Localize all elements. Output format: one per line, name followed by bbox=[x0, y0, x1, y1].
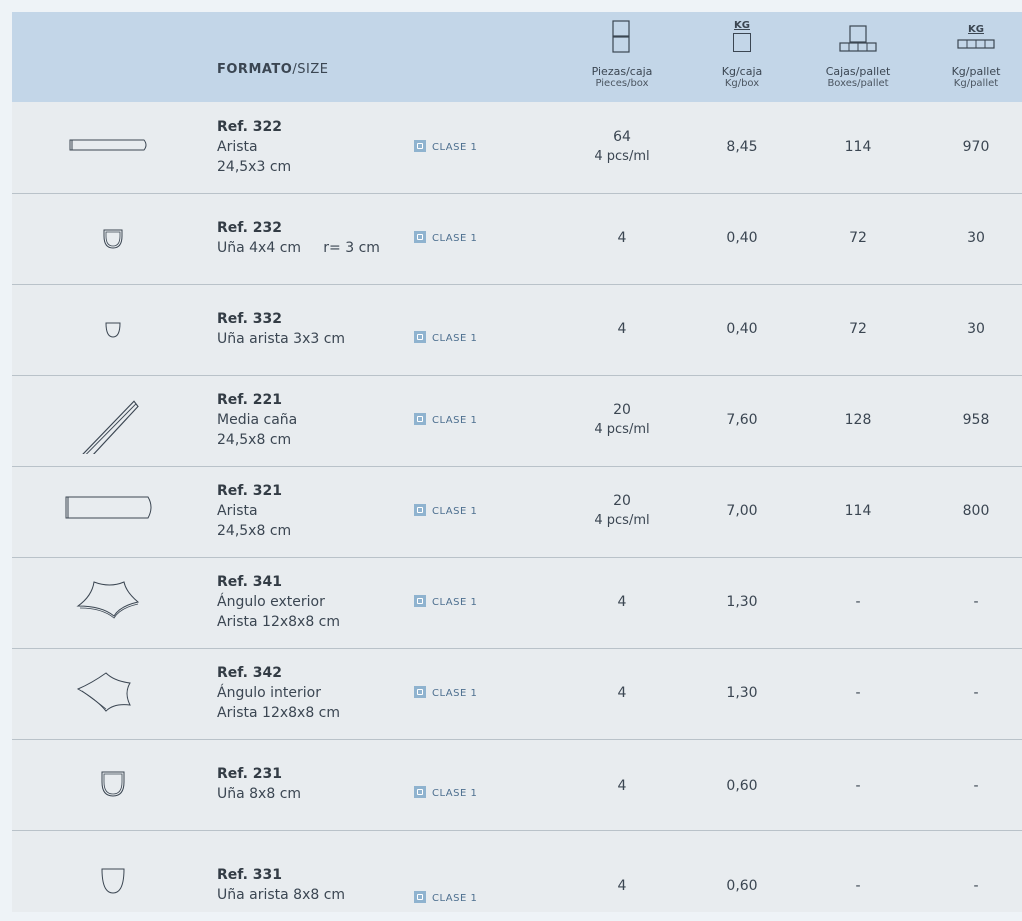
product-table: FORMATO/SIZE Piezas/caja Pieces/box KG Kg… bbox=[12, 12, 1022, 912]
kg-per-box: 1,30 bbox=[726, 594, 758, 610]
kg-box-icon: KG bbox=[732, 20, 752, 54]
product-description: Ref. 221 Media caña 24,5x8 cm bbox=[217, 392, 298, 448]
clase-badge: CLASE 1 bbox=[414, 231, 477, 244]
angulo-interior-icon bbox=[76, 672, 131, 712]
clase-icon bbox=[414, 331, 426, 343]
product-description: Ref. 331 Uña arista 8x8 cm bbox=[217, 867, 346, 903]
una-arista-small-icon bbox=[105, 322, 121, 338]
product-description: Ref. 321 Arista 24,5x8 cm bbox=[217, 483, 292, 539]
pieces-per-box: 4 bbox=[617, 230, 627, 246]
clase-badge: CLASE 1 bbox=[414, 504, 477, 517]
kg-per-pallet: 800 bbox=[962, 503, 990, 519]
arista-thin-icon bbox=[69, 139, 147, 151]
boxes-per-pallet: - bbox=[855, 878, 861, 894]
boxes-per-pallet: 128 bbox=[844, 412, 872, 428]
kg-per-box-header: Kg/caja Kg/box bbox=[721, 65, 763, 90]
pieces-per-box: 20 4 pcs/ml bbox=[594, 402, 650, 437]
kg-per-pallet: 30 bbox=[967, 321, 985, 337]
boxes-per-pallet: 72 bbox=[849, 230, 867, 246]
boxes-per-pallet: - bbox=[855, 778, 861, 794]
table-row: Ref. 231 Uña 8x8 cm CLASE 1 4 0,60 - - bbox=[12, 740, 1022, 831]
kg-per-box: 0,40 bbox=[726, 230, 758, 246]
kg-per-pallet-header: Kg/pallet Kg/pallet bbox=[951, 65, 1001, 90]
clase-icon bbox=[414, 686, 426, 698]
table-header: FORMATO/SIZE Piezas/caja Pieces/box KG Kg… bbox=[12, 12, 1022, 102]
product-description: Ref. 231 Uña 8x8 cm bbox=[217, 766, 302, 802]
una-large-icon bbox=[101, 771, 125, 797]
pallet-icon bbox=[839, 25, 877, 52]
clase-badge: CLASE 1 bbox=[414, 891, 477, 904]
product-description: Ref. 232 Uña 4x4 cm r= 3 cm bbox=[217, 220, 380, 256]
boxes-per-pallet: 72 bbox=[849, 321, 867, 337]
table-row: Ref. 341 Ángulo exterior Arista 12x8x8 cm … bbox=[12, 558, 1022, 649]
clase-badge: CLASE 1 bbox=[414, 595, 477, 608]
angulo-exterior-icon bbox=[76, 581, 140, 619]
arista-wide-icon bbox=[65, 496, 152, 519]
table-row: Ref. 232 Uña 4x4 cm r= 3 cm CLASE 1 4 0,4… bbox=[12, 194, 1022, 285]
kg-per-pallet: - bbox=[973, 594, 979, 610]
clase-badge: CLASE 1 bbox=[414, 786, 477, 799]
table-row: Ref. 342 Ángulo interior Arista 12x8x8 cm … bbox=[12, 649, 1022, 740]
table-row: Ref. 331 Uña arista 8x8 cm CLASE 1 4 0,60… bbox=[12, 831, 1022, 921]
pieces-per-box: 4 bbox=[617, 878, 627, 894]
clase-icon bbox=[414, 140, 426, 152]
box-icon bbox=[612, 20, 630, 53]
kg-per-box: 7,00 bbox=[726, 503, 758, 519]
size-column-header: FORMATO/SIZE bbox=[217, 62, 329, 77]
clase-badge: CLASE 1 bbox=[414, 331, 477, 344]
clase-icon bbox=[414, 786, 426, 798]
boxes-per-pallet: 114 bbox=[844, 139, 872, 155]
kg-per-pallet: - bbox=[973, 778, 979, 794]
pieces-per-box: 4 bbox=[617, 594, 627, 610]
boxes-per-pallet: - bbox=[855, 594, 861, 610]
kg-per-box: 7,60 bbox=[726, 412, 758, 428]
una-arista-large-icon bbox=[101, 868, 125, 894]
kg-per-pallet: 958 bbox=[962, 412, 990, 428]
media-cana-icon bbox=[82, 400, 139, 454]
table-row: Ref. 221 Media caña 24,5x8 cm CLASE 1 20 4 … bbox=[12, 376, 1022, 467]
kg-per-pallet: 970 bbox=[962, 139, 990, 155]
clase-badge: CLASE 1 bbox=[414, 140, 477, 153]
una-icon bbox=[103, 229, 123, 249]
clase-icon bbox=[414, 231, 426, 243]
pieces-per-box-header: Piezas/caja Pieces/box bbox=[591, 65, 653, 90]
kg-per-pallet: 30 bbox=[967, 230, 985, 246]
clase-icon bbox=[414, 413, 426, 425]
kg-per-box: 0,40 bbox=[726, 321, 758, 337]
pieces-per-box: 4 bbox=[617, 321, 627, 337]
boxes-per-pallet: 114 bbox=[844, 503, 872, 519]
kg-per-box: 0,60 bbox=[726, 778, 758, 794]
table-row: Ref. 332 Uña arista 3x3 cm CLASE 1 4 0,40… bbox=[12, 285, 1022, 376]
pieces-per-box: 20 4 pcs/ml bbox=[594, 493, 650, 528]
pieces-per-box: 64 4 pcs/ml bbox=[594, 129, 650, 164]
clase-icon bbox=[414, 595, 426, 607]
product-description: Ref. 341 Ángulo exterior Arista 12x8x8 cm bbox=[217, 574, 341, 630]
boxes-per-pallet: - bbox=[855, 685, 861, 701]
kg-pallet-icon: KG bbox=[956, 24, 996, 54]
clase-icon bbox=[414, 891, 426, 903]
clase-badge: CLASE 1 bbox=[414, 413, 477, 426]
pieces-per-box: 4 bbox=[617, 778, 627, 794]
kg-per-pallet: - bbox=[973, 685, 979, 701]
kg-per-pallet: - bbox=[973, 878, 979, 894]
boxes-per-pallet-header: Cajas/pallet Boxes/pallet bbox=[825, 65, 891, 90]
pieces-per-box: 4 bbox=[617, 685, 627, 701]
clase-icon bbox=[414, 504, 426, 516]
kg-per-box: 0,60 bbox=[726, 878, 758, 894]
kg-per-box: 8,45 bbox=[726, 139, 758, 155]
kg-per-box: 1,30 bbox=[726, 685, 758, 701]
product-description: Ref. 342 Ángulo interior Arista 12x8x8 cm bbox=[217, 665, 341, 721]
product-description: Ref. 332 Uña arista 3x3 cm bbox=[217, 311, 346, 347]
table-row: Ref. 321 Arista 24,5x8 cm CLASE 1 20 4 pcs/… bbox=[12, 467, 1022, 558]
product-description: Ref. 322 Arista 24,5x3 cm bbox=[217, 119, 292, 175]
clase-badge: CLASE 1 bbox=[414, 686, 477, 699]
table-row: Ref. 322 Arista 24,5x3 cm CLASE 1 64 4 pcs/… bbox=[12, 103, 1022, 194]
